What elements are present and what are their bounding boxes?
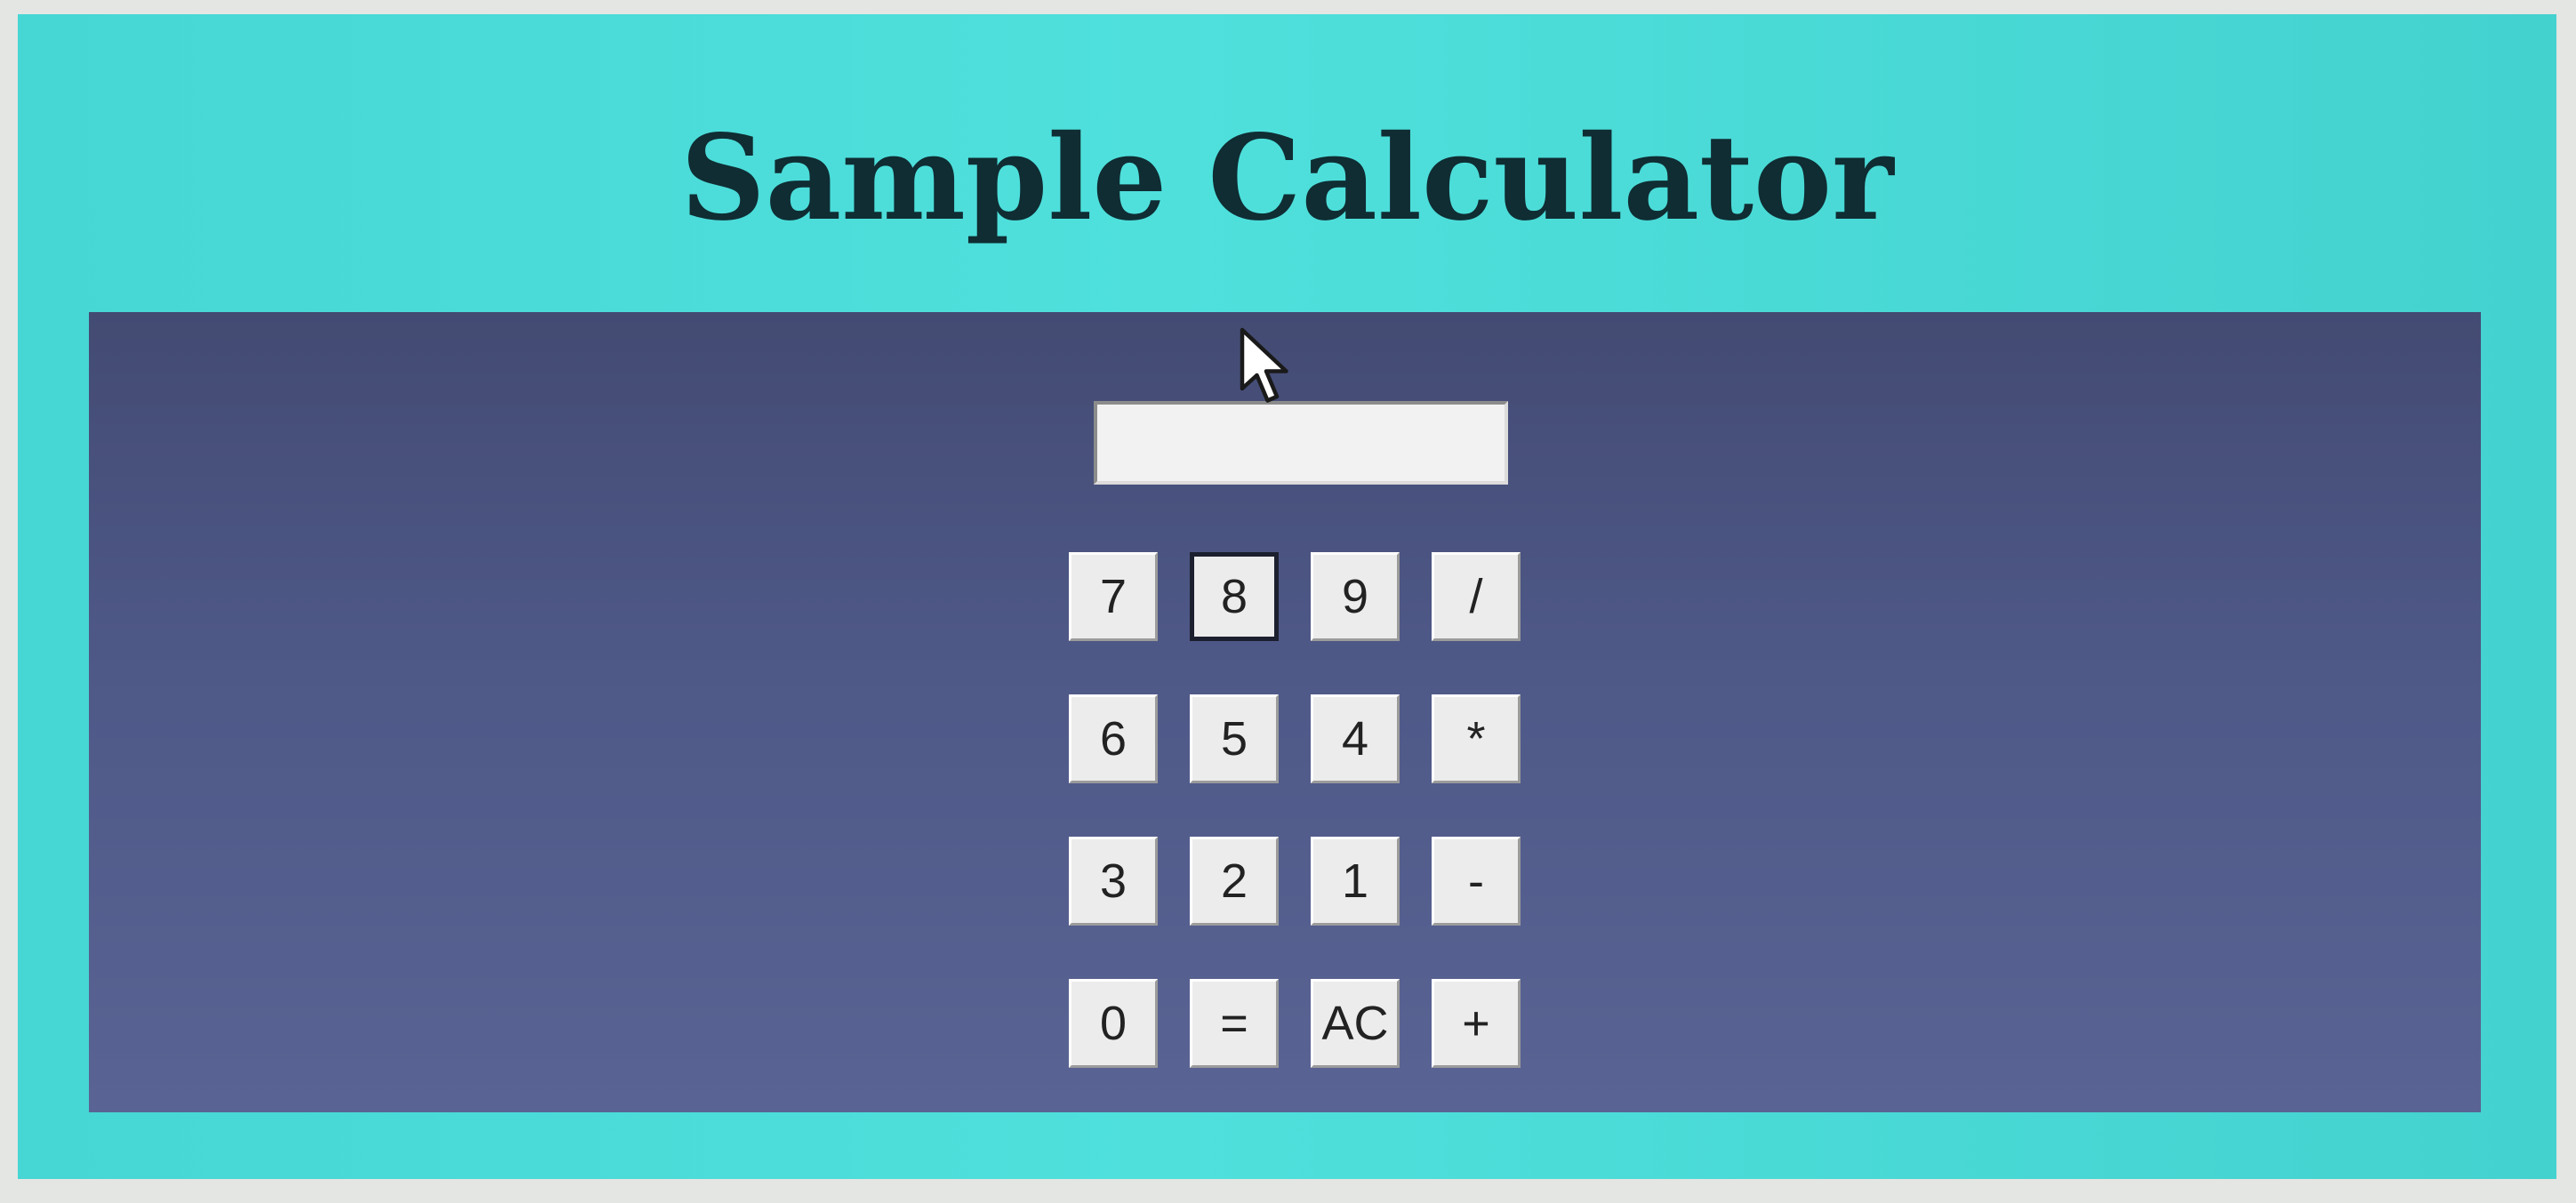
key-5[interactable]: 5 <box>1190 694 1279 783</box>
key-add[interactable]: + <box>1432 979 1521 1068</box>
keypad: 7 8 9 / 6 5 4 * 3 2 1 - 0 = AC + <box>1069 552 1522 1068</box>
key-subtract[interactable]: - <box>1432 837 1521 926</box>
key-multiply[interactable]: * <box>1432 694 1521 783</box>
key-3[interactable]: 3 <box>1069 837 1158 926</box>
key-9[interactable]: 9 <box>1311 552 1400 641</box>
calculator-panel: 7 8 9 / 6 5 4 * 3 2 1 - 0 = AC + <box>89 312 2481 1112</box>
key-clear[interactable]: AC <box>1311 979 1400 1068</box>
key-1[interactable]: 1 <box>1311 837 1400 926</box>
key-4[interactable]: 4 <box>1311 694 1400 783</box>
key-2[interactable]: 2 <box>1190 837 1279 926</box>
key-divide[interactable]: / <box>1432 552 1521 641</box>
key-equals[interactable]: = <box>1190 979 1279 1068</box>
calculator-display[interactable] <box>1094 401 1508 485</box>
key-6[interactable]: 6 <box>1069 694 1158 783</box>
calculator-page: Sample Calculator 7 8 9 / 6 5 4 * 3 2 1 … <box>18 14 2556 1179</box>
key-8[interactable]: 8 <box>1190 552 1279 641</box>
key-0[interactable]: 0 <box>1069 979 1158 1068</box>
key-7[interactable]: 7 <box>1069 552 1158 641</box>
page-title: Sample Calculator <box>680 109 1894 247</box>
